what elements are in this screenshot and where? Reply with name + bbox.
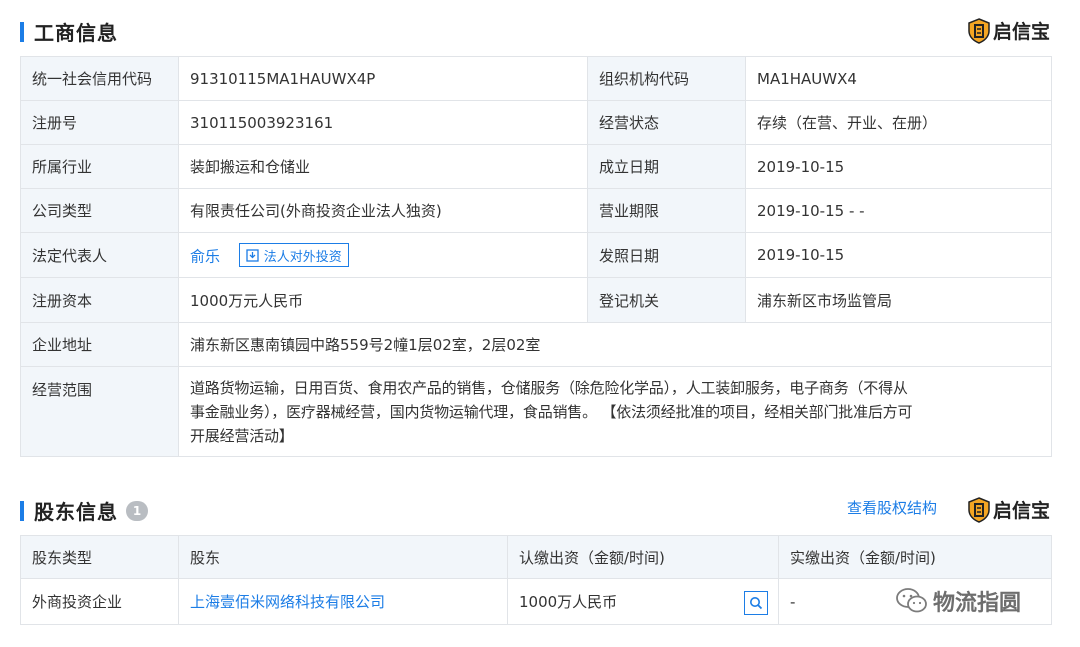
section-accent-bar (20, 21, 24, 42)
credit-code-value: 91310115MA1HAUWX4P (178, 56, 588, 101)
scope-line: 事金融业务），医疗器械经营，国内货物运输代理，食品销售。 【依法须经批准的项目，… (190, 402, 913, 421)
table-row: 经营范围 道路货物运输，日用百货、食用农产品的销售，仓储服务（除危险化学品），人… (20, 366, 1052, 457)
table-row: 企业地址 浦东新区惠南镇园中路559号2幢1层02室，2层02室 (20, 322, 1052, 367)
org-code-value: MA1HAUWX4 (745, 56, 1052, 101)
shareholder-type: 外商投资企业 (20, 578, 179, 625)
license-date-value: 2019-10-15 (745, 232, 1052, 278)
founded-label: 成立日期 (587, 144, 746, 189)
business-info-heading: 工商信息 (20, 17, 118, 46)
table-row: 所属行业 装卸搬运和仓储业 成立日期 2019-10-15 (20, 144, 1052, 189)
scope-line: 开展经营活动】 (190, 426, 294, 445)
credit-code-label: 统一社会信用代码 (20, 56, 179, 101)
table-row: 公司类型 有限责任公司(外商投资企业法人独资) 营业期限 2019-10-15 … (20, 188, 1052, 233)
legal-rep-investment-button[interactable]: 法人对外投资 (238, 243, 349, 267)
status-value: 存续（在营、开业、在册） (745, 100, 1052, 145)
shareholders-heading: 股东信息 1 (20, 496, 148, 525)
legal-rep-label: 法定代表人 (20, 232, 179, 278)
scope-label: 经营范围 (20, 366, 179, 457)
business-info-table: 统一社会信用代码 91310115MA1HAUWX4P 组织机构代码 MA1HA… (20, 56, 1052, 457)
table-row: 统一社会信用代码 91310115MA1HAUWX4P 组织机构代码 MA1HA… (20, 56, 1052, 101)
col-header-type: 股东类型 (20, 535, 179, 579)
term-value: 2019-10-15 - - (745, 188, 1052, 233)
legal-rep-cell: 俞乐 法人对外投资 (178, 232, 588, 278)
capital-value: 1000万元人民币 (178, 277, 588, 323)
scope-line: 道路货物运输，日用百货、食用农产品的销售，仓储服务（除危险化学品），人工装卸服务… (190, 378, 908, 397)
qixinbao-brand[interactable]: 启信宝 (968, 496, 1050, 523)
watermark-text: 物流指圆 (933, 591, 1022, 616)
shareholders-title: 股东信息 (34, 500, 118, 524)
col-header-shareholder: 股东 (178, 535, 508, 579)
brand-label: 启信宝 (993, 21, 1051, 43)
table-row: 注册资本 1000万元人民币 登记机关 浦东新区市场监管局 (20, 277, 1052, 323)
subscribed-value: 1000万人民币 (519, 593, 618, 611)
term-label: 营业期限 (587, 188, 746, 233)
founded-value: 2019-10-15 (745, 144, 1052, 189)
col-header-subscribed: 认缴出资（金额/时间) (507, 535, 779, 579)
wechat-watermark: 物流指圆 (895, 585, 1021, 617)
license-date-label: 发照日期 (587, 232, 746, 278)
view-equity-structure-link[interactable]: 查看股权结构 (847, 497, 937, 518)
authority-label: 登记机关 (587, 277, 746, 323)
industry-value: 装卸搬运和仓储业 (178, 144, 588, 189)
qixinbao-logo-icon (968, 496, 990, 523)
qixinbao-brand[interactable]: 启信宝 (968, 17, 1050, 44)
section-accent-bar (20, 500, 24, 521)
authority-value: 浦东新区市场监管局 (745, 277, 1052, 323)
capital-label: 注册资本 (20, 277, 179, 323)
investment-button-label: 法人对外投资 (263, 249, 342, 265)
org-code-label: 组织机构代码 (587, 56, 746, 101)
wechat-icon (896, 588, 927, 613)
table-header-row: 股东类型 股东 认缴出资（金额/时间) 实缴出资（金额/时间) (20, 535, 1052, 579)
brand-label: 启信宝 (993, 500, 1051, 522)
industry-label: 所属行业 (20, 144, 179, 189)
col-header-paid: 实缴出资（金额/时间) (778, 535, 1052, 579)
shareholder-count-badge: 1 (126, 500, 148, 521)
shareholder-cell: 上海壹佰米网络科技有限公司 (178, 578, 508, 625)
company-type-label: 公司类型 (20, 188, 179, 233)
reg-no-value: 310115003923161 (178, 100, 588, 145)
search-icon (750, 597, 763, 610)
subscribed-detail-button[interactable] (744, 591, 768, 615)
qixinbao-logo-icon (968, 17, 990, 44)
status-label: 经营状态 (587, 100, 746, 145)
scope-value: 道路货物运输，日用百货、食用农产品的销售，仓储服务（除危险化学品），人工装卸服务… (178, 366, 1052, 457)
legal-rep-link[interactable]: 俞乐 (190, 248, 220, 266)
reg-no-label: 注册号 (20, 100, 179, 145)
table-row: 注册号 310115003923161 经营状态 存续（在营、开业、在册） (20, 100, 1052, 145)
address-value: 浦东新区惠南镇园中路559号2幢1层02室，2层02室 (178, 322, 1052, 367)
shareholder-name-link[interactable]: 上海壹佰米网络科技有限公司 (190, 593, 385, 611)
business-info-title: 工商信息 (34, 21, 118, 45)
address-label: 企业地址 (20, 322, 179, 367)
company-type-value: 有限责任公司(外商投资企业法人独资) (178, 188, 588, 233)
table-row: 法定代表人 俞乐 法人对外投资 发照日期 2019-10-15 (20, 232, 1052, 278)
download-box-icon (246, 248, 259, 262)
subscribed-cell: 1000万人民币 (507, 578, 779, 625)
